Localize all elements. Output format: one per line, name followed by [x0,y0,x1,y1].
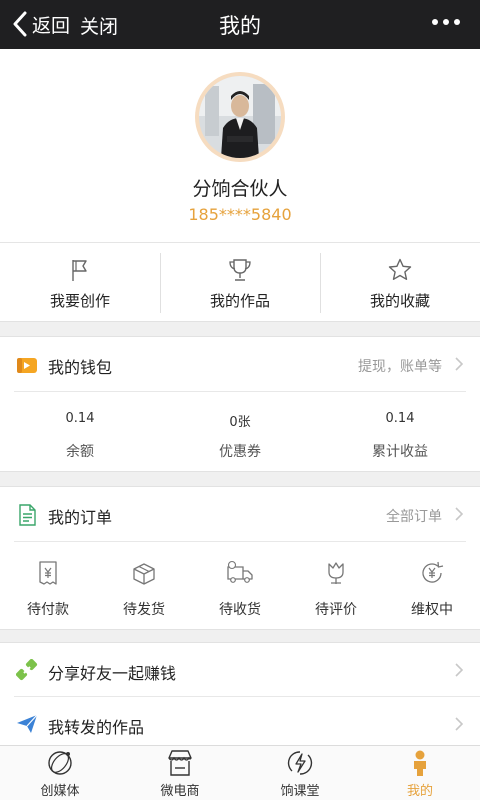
tab-media-label: 创媒体 [40,784,80,799]
chevron-right-icon [455,357,464,371]
pending-shipment-button[interactable]: 待发货 [96,543,192,631]
orders-header[interactable]: 我的订单 全部订单 [14,487,466,542]
share-friends-row[interactable]: 分享好友一起赚钱 [14,643,480,697]
more-options-icon[interactable] [432,19,460,25]
share-friends-label: 分享好友一起赚钱 [48,664,177,683]
avatar-photo [199,76,281,158]
wallet-header[interactable]: 我的钱包 提现，账单等 [14,337,466,392]
trophy-icon [229,259,251,281]
tab-classroom[interactable]: 饷课堂 [240,746,360,800]
create-label: 我要创作 [49,292,110,310]
coupon-label: 优惠券 [219,444,261,460]
orders-title: 我的订单 [48,508,113,527]
wallet-link: 提现，账单等 [358,359,442,375]
document-icon [19,504,36,526]
tab-shop-label: 微电商 [160,784,200,799]
page-title: 我的 [219,14,261,38]
all-orders-link: 全部订单 [386,509,442,525]
tab-media[interactable]: 创媒体 [0,746,120,800]
coupon-stat[interactable]: 0张 优惠券 [160,393,320,473]
coupon-value: 0张 [229,415,251,430]
pending-review-button[interactable]: 待评价 [288,543,384,631]
wallet-icon [17,358,37,373]
pending-receipt-button[interactable]: 待收货 [192,543,288,631]
my-works-label: 我的作品 [209,292,270,310]
menu-list: 分享好友一起赚钱 我转发的作品 [0,642,480,746]
pending-shipment-label: 待发货 [123,602,165,618]
forwarded-works-label: 我转发的作品 [48,718,145,737]
user-phone: 185****5840 [188,205,292,224]
truck-icon [227,560,253,583]
chevron-right-icon [455,663,464,677]
balance-value: 0.14 [65,411,95,426]
paper-plane-icon [17,714,38,733]
avatar[interactable] [195,72,285,162]
back-label: 返回 [32,14,71,37]
profile-header: 分饷合伙人 185****5840 [0,49,480,242]
my-favorites-label: 我的收藏 [369,292,430,310]
chevron-left-icon [13,11,27,37]
bottom-tab-bar: 创媒体 微电商 饷课堂 我的 [0,745,480,800]
tab-mine-label: 我的 [406,784,433,799]
receipt-icon [39,561,57,585]
close-button[interactable]: 关闭 [80,12,118,39]
my-works-button[interactable]: 我的作品 [160,243,320,321]
wallet-section: 我的钱包 提现，账单等 0.14 余额 0张 优惠券 0.14 累计收益 [0,336,480,472]
refund-icon [422,561,444,583]
orbit-icon [48,751,72,775]
chevron-right-icon [455,717,464,731]
wallet-stats: 0.14 余额 0张 优惠券 0.14 累计收益 [0,393,480,473]
balance-stat[interactable]: 0.14 余额 [0,393,160,473]
order-status-list: 待付款 待发货 待收货 待评价 维权中 [0,543,480,631]
total-earnings-value: 0.14 [385,411,415,426]
tulip-icon [328,562,344,584]
forwarded-works-row[interactable]: 我转发的作品 [14,697,480,751]
pending-review-label: 待评价 [315,602,357,618]
shop-icon [168,750,192,776]
flag-icon [72,260,87,281]
balance-label: 余额 [66,444,94,460]
wallet-title: 我的钱包 [48,358,113,377]
back-button[interactable]: 返回 [12,10,70,38]
pending-receipt-label: 待收货 [219,602,261,618]
my-favorites-button[interactable]: 我的收藏 [320,243,480,321]
link-icon [16,659,38,681]
orders-section: 我的订单 全部订单 待付款 待发货 待收货 待评价 维权中 [0,486,480,630]
tab-classroom-label: 饷课堂 [280,784,320,799]
lightning-icon [287,751,313,775]
profile-actions: 我要创作 我的作品 我的收藏 [0,242,480,322]
person-icon [414,750,426,776]
box-icon [133,563,155,585]
pending-payment-label: 待付款 [27,602,69,618]
after-sales-button[interactable]: 维权中 [384,543,480,631]
create-button[interactable]: 我要创作 [0,243,160,321]
tab-shop[interactable]: 微电商 [120,746,240,800]
total-earnings-label: 累计收益 [372,444,428,460]
chevron-right-icon [455,507,464,521]
star-icon [388,258,412,280]
after-sales-label: 维权中 [411,602,453,618]
total-earnings-stat[interactable]: 0.14 累计收益 [320,393,480,473]
tab-mine[interactable]: 我的 [360,746,480,800]
user-nickname: 分饷合伙人 [192,178,288,200]
top-navigation-bar: 返回 关闭 我的 [0,0,480,49]
pending-payment-button[interactable]: 待付款 [0,543,96,631]
